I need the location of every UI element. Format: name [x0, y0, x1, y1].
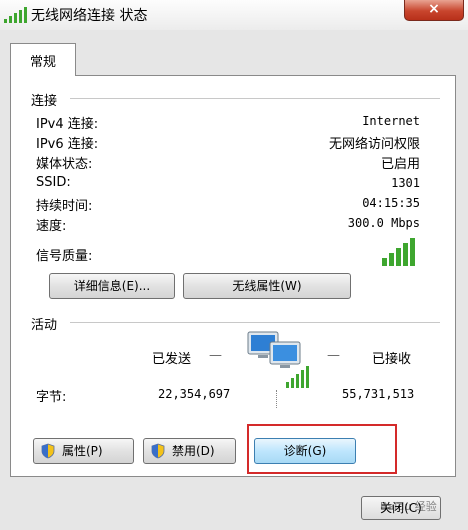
signal-bar: [410, 238, 415, 266]
uac-shield-icon: [41, 443, 55, 459]
signal-bar: [389, 253, 394, 266]
connection-divider: [70, 98, 440, 99]
ipv4-label: IPv4 连接:: [36, 117, 99, 132]
ssid-value: 1301: [391, 176, 420, 190]
disable-button-label: 禁用(D): [172, 444, 215, 458]
ipv6-label: IPv6 连接:: [36, 137, 99, 152]
sent-dash: —: [209, 348, 222, 363]
duration-value: 04:15:35: [362, 196, 420, 210]
signal-quality-label: 信号质量:: [36, 249, 93, 264]
wireless-properties-button[interactable]: 无线属性(W): [183, 273, 351, 299]
signal-bar: [396, 248, 401, 266]
bytes-sent-value: 22,354,697: [158, 387, 231, 401]
diagnose-highlight-box: [247, 424, 397, 474]
signal-bar: [382, 258, 387, 266]
ssid-label: SSID:: [36, 175, 71, 190]
window-title: 无线网络连接 状态: [31, 8, 148, 24]
activity-separator: [276, 390, 277, 408]
received-label: 已接收: [372, 352, 412, 367]
window-close-button[interactable]: ×: [404, 0, 464, 21]
speed-value: 300.0 Mbps: [347, 216, 420, 230]
ipv6-value: 无网络访问权限: [328, 137, 420, 152]
network-computers-icon: [247, 331, 309, 388]
watermark-text: Baidu 经验: [380, 500, 437, 513]
activity-heading: 活动: [31, 318, 58, 333]
speed-label: 速度:: [36, 219, 67, 234]
details-button-label: 详细信息(E)...: [73, 279, 151, 293]
properties-button[interactable]: 属性(P): [33, 438, 134, 464]
wireless-properties-label: 无线属性(W): [232, 279, 302, 293]
wireless-signal-icon: [4, 7, 27, 23]
media-state-value: 已启用: [380, 157, 420, 172]
uac-shield-icon: [151, 443, 165, 459]
signal-strength-icon: [382, 238, 415, 266]
sent-label: 已发送: [152, 352, 192, 367]
tab-general[interactable]: 常规: [10, 43, 76, 76]
bytes-label: 字节:: [36, 390, 67, 405]
received-dash: —: [327, 348, 340, 363]
tab-general-label: 常规: [29, 55, 56, 70]
close-icon: ×: [428, 1, 440, 17]
bytes-received-value: 55,731,513: [342, 387, 415, 401]
activity-divider: [70, 322, 440, 323]
signal-bar: [403, 243, 408, 266]
disable-button[interactable]: 禁用(D): [143, 438, 236, 464]
media-state-label: 媒体状态:: [36, 157, 93, 172]
title-bar: 无线网络连接 状态 ×: [0, 0, 468, 30]
properties-button-label: 属性(P): [62, 444, 103, 458]
duration-label: 持续时间:: [36, 199, 93, 214]
connection-heading: 连接: [31, 94, 58, 109]
ipv4-value: Internet: [362, 114, 420, 128]
details-button[interactable]: 详细信息(E)...: [49, 273, 175, 299]
